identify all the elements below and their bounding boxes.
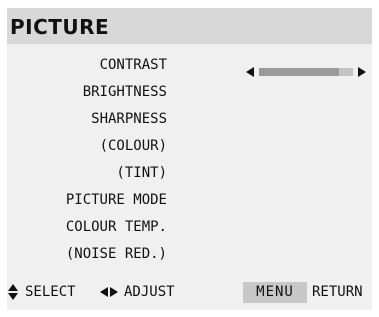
menu-item-noise-red[interactable]: (NOISE RED.): [7, 241, 167, 268]
picture-menu-panel: PICTURE CONTRAST BRIGHTNESS SHARPNESS (C…: [7, 8, 372, 310]
contrast-slider[interactable]: [246, 64, 366, 80]
menu-item-tint[interactable]: (TINT): [7, 160, 167, 187]
menu-item-picture-mode[interactable]: PICTURE MODE: [7, 187, 167, 214]
menu-key-badge: MENU: [243, 282, 307, 303]
title-bar: PICTURE: [7, 8, 372, 44]
menu-item-sharpness[interactable]: SHARPNESS: [7, 106, 167, 133]
footer-hints: SELECT ADJUST MENU RETURN: [7, 282, 379, 304]
left-right-arrows-icon: [100, 287, 120, 297]
slider-fill: [259, 68, 339, 76]
return-hint-label: RETURN: [312, 284, 363, 300]
up-down-arrows-icon: [8, 284, 18, 300]
menu-item-colour[interactable]: (COLOUR): [7, 133, 167, 160]
menu-item-contrast[interactable]: CONTRAST: [7, 52, 167, 79]
menu-title: PICTURE: [10, 15, 110, 39]
arrow-right-icon[interactable]: [358, 67, 366, 77]
menu-item-colour-temp[interactable]: COLOUR TEMP.: [7, 214, 167, 241]
select-hint-label: SELECT: [25, 284, 76, 300]
arrow-left-icon[interactable]: [246, 67, 254, 77]
adjust-hint-label: ADJUST: [124, 284, 175, 300]
menu-list: CONTRAST BRIGHTNESS SHARPNESS (COLOUR) (…: [7, 52, 167, 268]
menu-item-brightness[interactable]: BRIGHTNESS: [7, 79, 167, 106]
slider-track[interactable]: [259, 68, 353, 76]
